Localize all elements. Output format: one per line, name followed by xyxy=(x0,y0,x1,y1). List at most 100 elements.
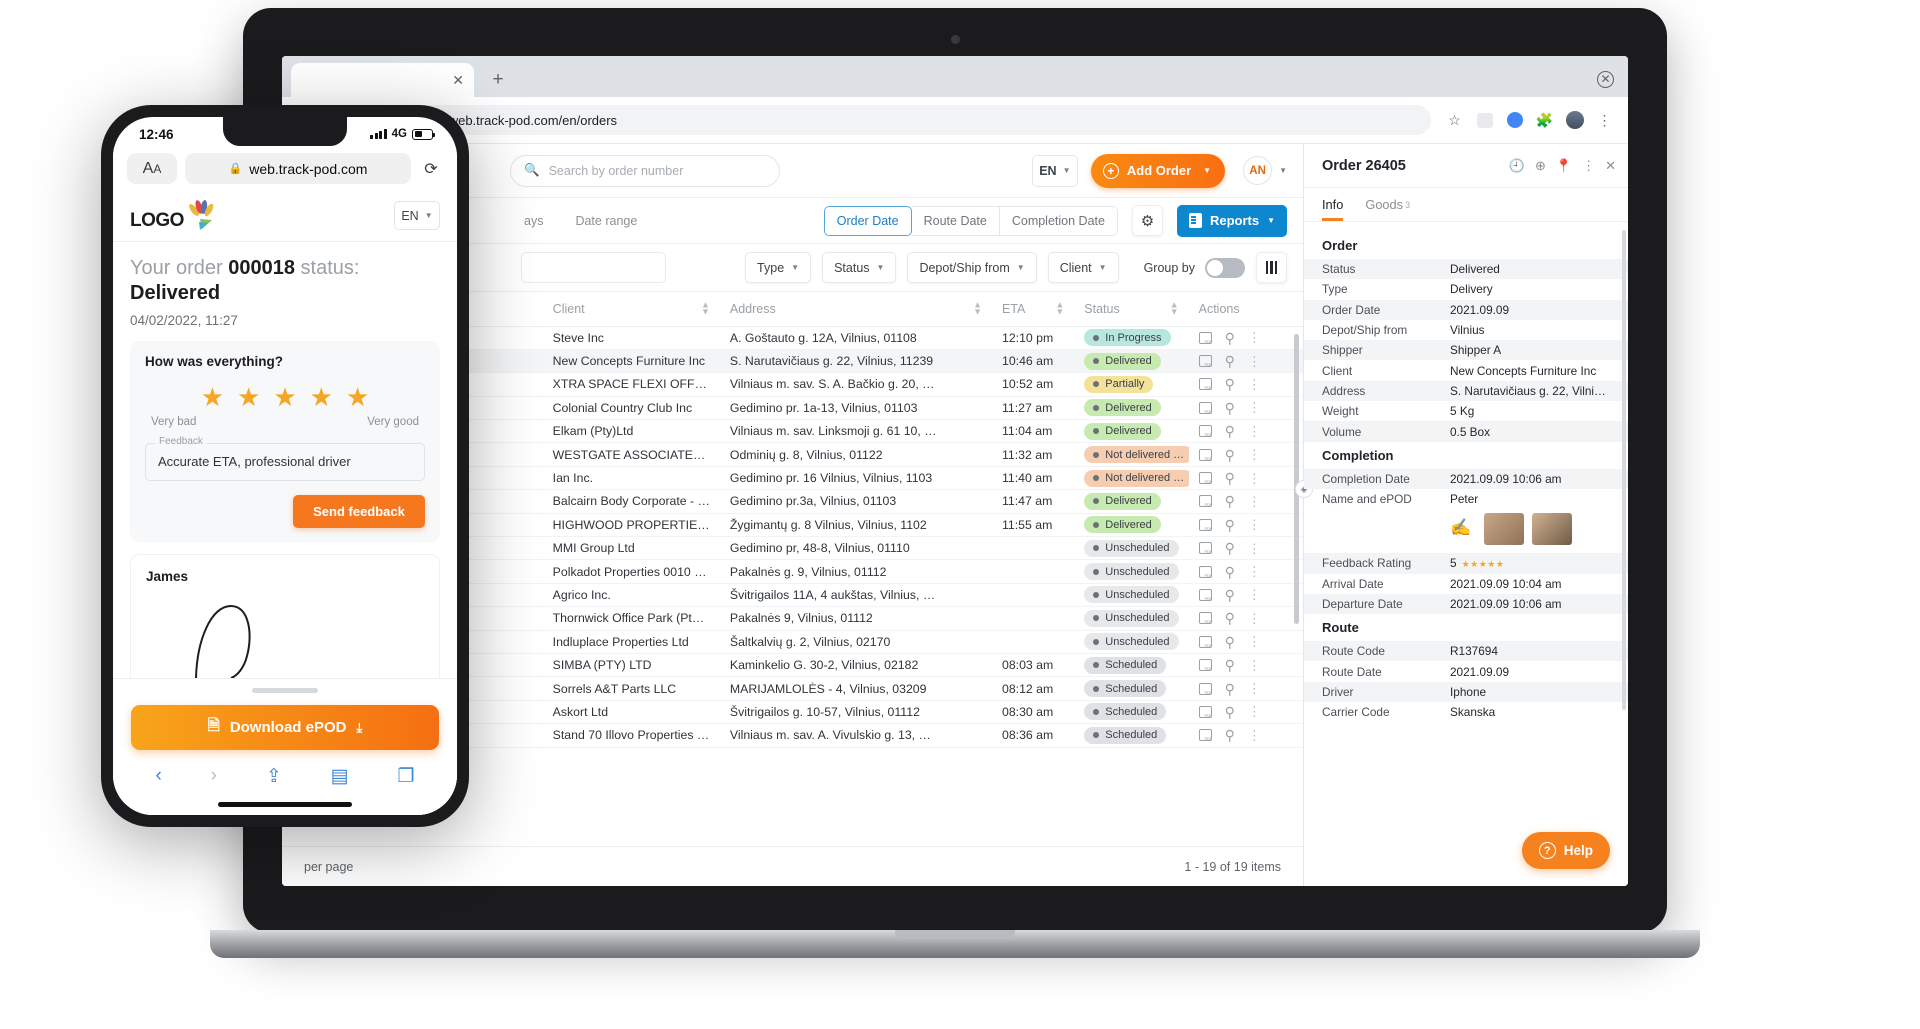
close-icon[interactable]: ✕ xyxy=(452,72,464,89)
feedback-input[interactable]: Accurate ETA, professional driver xyxy=(145,442,425,481)
column-header-eta[interactable]: ETA ▲ ▼ xyxy=(991,292,1075,327)
history-icon[interactable]: 🕘 xyxy=(1509,158,1525,174)
filter-status-dropdown[interactable]: Status ▼ xyxy=(822,252,897,283)
back-icon[interactable]: ‹ xyxy=(155,765,161,787)
more-icon[interactable]: ⋮ xyxy=(1248,542,1261,555)
share-icon[interactable]: ⇪ xyxy=(266,765,282,788)
user-menu[interactable]: AN ▼ xyxy=(1243,156,1287,185)
star-icon[interactable]: ★ xyxy=(237,382,260,413)
pdf-icon[interactable] xyxy=(1198,729,1212,742)
pdf-icon[interactable] xyxy=(1198,495,1212,508)
add-order-button[interactable]: + Add Order ▼ xyxy=(1090,153,1226,188)
more-icon[interactable]: ⋮ xyxy=(1248,448,1261,461)
map-pin-icon[interactable]: ⚲ xyxy=(1225,448,1235,462)
more-icon[interactable]: ⋮ xyxy=(1248,355,1261,368)
detail-scrollbar[interactable] xyxy=(1622,230,1626,710)
columns-icon[interactable] xyxy=(1256,252,1287,283)
segment-route-date[interactable]: Route Date xyxy=(911,205,1000,236)
more-icon[interactable]: ⋮ xyxy=(1248,635,1261,648)
send-feedback-button[interactable]: Send feedback xyxy=(293,494,425,528)
sort-icon[interactable]: ▲ ▼ xyxy=(1170,300,1179,317)
map-pin-icon[interactable]: ⚲ xyxy=(1225,494,1235,508)
filter-client-dropdown[interactable]: Client ▼ xyxy=(1047,252,1119,283)
tab-goods[interactable]: Goods 3 xyxy=(1365,188,1410,221)
more-icon[interactable]: ⋮ xyxy=(1248,612,1261,625)
browser-menu-icon[interactable]: ⋮ xyxy=(1595,111,1614,130)
more-icon[interactable]: ⋮ xyxy=(1248,565,1261,578)
pdf-icon[interactable] xyxy=(1198,612,1212,625)
pdf-icon[interactable] xyxy=(1198,355,1212,368)
pdf-icon[interactable] xyxy=(1198,565,1212,578)
more-icon[interactable]: ⋮ xyxy=(1248,518,1261,531)
download-epod-button[interactable]: 🗎 Download ePOD ⤓ xyxy=(131,705,439,750)
more-icon[interactable]: ⋮ xyxy=(1248,472,1261,485)
pdf-icon[interactable] xyxy=(1198,401,1212,414)
extension-icon[interactable] xyxy=(1475,111,1494,130)
pdf-icon[interactable] xyxy=(1198,518,1212,531)
map-pin-icon[interactable]: ⚲ xyxy=(1225,331,1235,345)
filter-text-input[interactable] xyxy=(521,252,666,283)
url-bar[interactable]: 🔒 web.track-pod.com/en/orders xyxy=(412,105,1431,135)
drawer-grabber[interactable] xyxy=(252,688,318,693)
chevron-down-icon[interactable]: ▼ xyxy=(1203,166,1211,175)
search-input[interactable]: 🔍 Search by order number xyxy=(510,154,780,187)
map-pin-icon[interactable]: ⚲ xyxy=(1225,471,1235,485)
pdf-icon[interactable] xyxy=(1198,448,1212,461)
tabs-icon[interactable]: ❐ xyxy=(397,765,414,788)
more-icon[interactable]: ⋮ xyxy=(1248,588,1261,601)
phone-url-bar[interactable]: 🔒 web.track-pod.com xyxy=(185,153,411,184)
pin-icon[interactable]: 📍 xyxy=(1556,158,1572,174)
epod-photo[interactable] xyxy=(1484,513,1524,546)
epod-photo[interactable] xyxy=(1532,513,1572,546)
map-pin-icon[interactable]: ⚲ xyxy=(1225,377,1235,391)
filter-depot-dropdown[interactable]: Depot/Ship from ▼ xyxy=(907,252,1037,283)
pdf-icon[interactable] xyxy=(1198,705,1212,718)
more-icon[interactable]: ⋮ xyxy=(1248,425,1261,438)
grammarly-extension-icon[interactable] xyxy=(1505,111,1524,130)
close-icon[interactable]: ✕ xyxy=(1605,158,1616,174)
new-tab-button[interactable]: + xyxy=(484,66,512,94)
gear-icon[interactable]: ⚙ xyxy=(1131,205,1163,236)
map-pin-icon[interactable]: ⚲ xyxy=(1225,565,1235,579)
reload-icon[interactable]: ⟳ xyxy=(419,159,443,179)
puzzle-extension-icon[interactable]: 🧩 xyxy=(1535,111,1554,130)
pdf-icon[interactable] xyxy=(1198,542,1212,555)
pdf-icon[interactable] xyxy=(1198,378,1212,391)
pdf-icon[interactable] xyxy=(1198,331,1212,344)
pdf-icon[interactable] xyxy=(1198,472,1212,485)
more-icon[interactable]: ⋮ xyxy=(1248,729,1261,742)
sort-icon[interactable]: ▲ ▼ xyxy=(973,300,982,317)
map-pin-icon[interactable]: ⚲ xyxy=(1225,682,1235,696)
tab-info[interactable]: Info xyxy=(1322,188,1344,221)
sort-icon[interactable]: ▲ ▼ xyxy=(701,300,710,317)
more-icon[interactable]: ⋮ xyxy=(1582,158,1595,174)
browser-tab[interactable]: ✕ xyxy=(291,63,474,97)
column-header-client[interactable]: Client ▲ ▼ xyxy=(542,292,720,327)
close-window-icon[interactable]: ✕ xyxy=(1597,71,1614,88)
forward-icon[interactable]: › xyxy=(211,765,217,787)
more-icon[interactable]: ⋮ xyxy=(1248,331,1261,344)
pdf-icon[interactable] xyxy=(1198,588,1212,601)
map-pin-icon[interactable]: ⚲ xyxy=(1225,518,1235,532)
map-pin-icon[interactable]: ⚲ xyxy=(1225,354,1235,368)
segment-order-date[interactable]: Order Date xyxy=(823,205,912,236)
map-pin-icon[interactable]: ⚲ xyxy=(1225,635,1235,649)
sort-icon[interactable]: ▲ ▼ xyxy=(1055,300,1064,317)
more-icon[interactable]: ⋮ xyxy=(1248,495,1261,508)
star-icon[interactable]: ★ xyxy=(346,382,369,413)
pdf-icon[interactable] xyxy=(1198,425,1212,438)
map-pin-icon[interactable]: ⚲ xyxy=(1225,541,1235,555)
pdf-icon[interactable] xyxy=(1198,659,1212,672)
pdf-icon[interactable] xyxy=(1198,682,1212,695)
bookmarks-icon[interactable]: ▤ xyxy=(331,765,349,788)
avatar[interactable] xyxy=(1565,111,1584,130)
more-icon[interactable]: ⋮ xyxy=(1248,659,1261,672)
pdf-icon[interactable] xyxy=(1198,635,1212,648)
map-pin-icon[interactable]: ⚲ xyxy=(1225,705,1235,719)
more-icon[interactable]: ⋮ xyxy=(1248,401,1261,414)
map-pin-icon[interactable]: ⚲ xyxy=(1225,611,1235,625)
table-scrollbar[interactable] xyxy=(1294,334,1299,624)
map-pin-icon[interactable]: ⚲ xyxy=(1225,728,1235,742)
days-filter-label[interactable]: ays xyxy=(524,214,543,228)
plus-icon[interactable]: ⊕ xyxy=(1535,158,1546,174)
